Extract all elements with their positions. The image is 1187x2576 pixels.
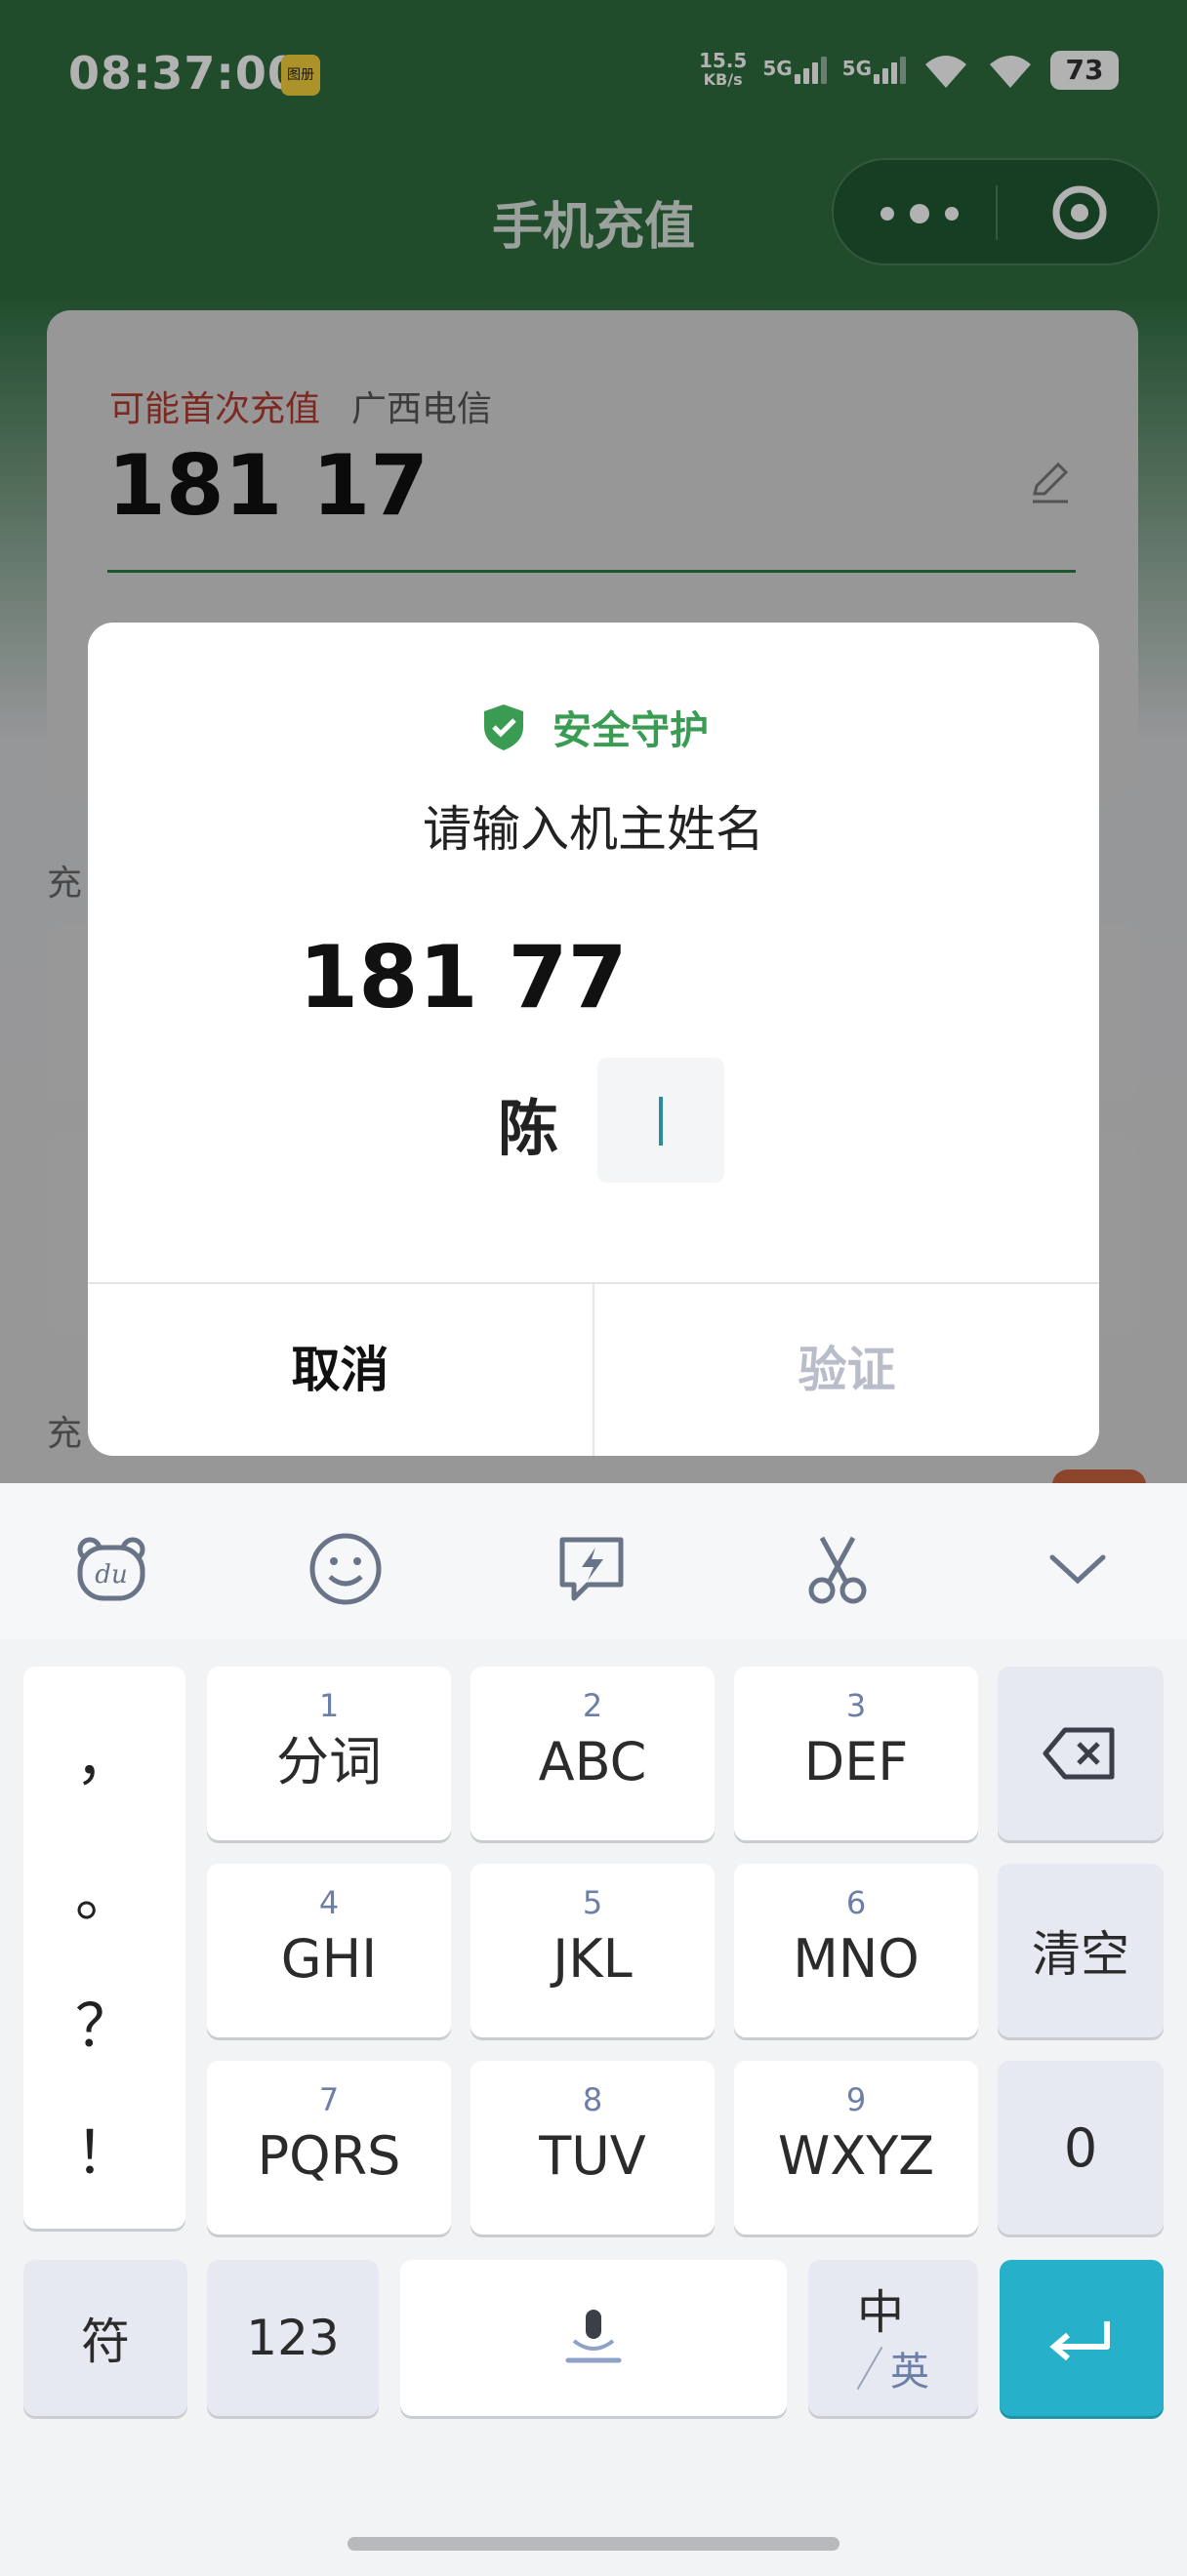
shield-check-icon <box>484 704 523 750</box>
punct-period[interactable]: 。 <box>23 1848 185 1933</box>
security-label: 安全守护 <box>553 708 709 753</box>
key-9[interactable]: 9 WXYZ <box>734 2061 978 2234</box>
english-label: 英 <box>890 2350 929 2395</box>
backspace-key-face <box>998 1667 1164 1840</box>
ime-keyboard: du ， 。 ？ ！ 1 分词 2 ABC 3 DEF 4 GHI 5 JKL … <box>0 1483 1187 2576</box>
key-0-label: 0 <box>1063 2116 1098 2179</box>
key-number: 4 <box>318 1884 340 1921</box>
key-label: ABC <box>538 1731 647 1792</box>
key-1[interactable]: 1 分词 <box>207 1667 451 1840</box>
number-mode-key[interactable]: 123 <box>207 2260 379 2416</box>
verify-button[interactable]: 验证 <box>594 1284 1099 1456</box>
microphone-icon <box>565 2310 622 2363</box>
cancel-button[interactable]: 取消 <box>88 1284 593 1456</box>
key-6[interactable]: 6 MNO <box>734 1864 978 2037</box>
space-voice-key-face <box>400 2260 787 2416</box>
key-label: WXYZ <box>777 2125 935 2187</box>
clear-key[interactable]: 清空 <box>998 1864 1164 2037</box>
key-3[interactable]: 3 DEF <box>734 1667 978 1840</box>
text-cursor <box>659 1097 663 1146</box>
divider-slash <box>856 2346 883 2391</box>
key-number: 2 <box>582 1687 603 1724</box>
key-number: 1 <box>318 1687 340 1724</box>
key-number: 9 <box>845 2081 867 2118</box>
symbol-key[interactable]: 符 <box>23 2260 187 2416</box>
du-bear-icon[interactable]: du <box>72 1530 150 1608</box>
key-4[interactable]: 4 GHI <box>207 1864 451 2037</box>
key-7[interactable]: 7 PQRS <box>207 2061 451 2234</box>
key-number: 8 <box>582 2081 603 2118</box>
clear-key-label: 清空 <box>1032 1926 1129 1983</box>
keyboard-toolbar: du <box>0 1483 1187 1639</box>
lightning-chat-icon[interactable] <box>553 1530 631 1608</box>
key-label: PQRS <box>257 2125 401 2187</box>
key-5[interactable]: 5 JKL <box>471 1864 715 2037</box>
key-label: 分词 <box>276 1731 382 1792</box>
owner-surname: 陈 <box>498 1093 559 1164</box>
punctuation-column[interactable]: ， 。 ？ ！ <box>23 1667 185 2229</box>
chinese-label: 中 <box>857 2285 905 2340</box>
key-number: 6 <box>845 1884 867 1921</box>
key-number: 5 <box>582 1884 603 1921</box>
key-number: 7 <box>318 2081 340 2118</box>
punct-exclaim[interactable]: ！ <box>23 2106 185 2191</box>
enter-key-face <box>1000 2260 1164 2416</box>
dialog-phone-number: 181 77 <box>299 927 628 1027</box>
key-label: TUV <box>539 2125 646 2187</box>
key-0[interactable]: 0 <box>998 2061 1164 2234</box>
security-header: 安全守护 <box>88 699 1099 755</box>
symbol-key-label: 符 <box>81 2314 130 2370</box>
key-8[interactable]: 8 TUV <box>471 2061 715 2234</box>
verify-owner-dialog: 安全守护 请输入机主姓名 181 77 陈 取消 验证 <box>88 623 1099 1456</box>
key-label: JKL <box>553 1928 633 1990</box>
key-2[interactable]: 2 ABC <box>471 1667 715 1840</box>
dialog-prompt: 请输入机主姓名 <box>423 801 764 858</box>
number-mode-label: 123 <box>246 2310 340 2366</box>
backspace-icon <box>1043 1727 1115 1780</box>
space-voice-key[interactable] <box>400 2260 787 2416</box>
punct-question[interactable]: ？ <box>23 1979 185 2064</box>
backspace-key[interactable] <box>998 1667 1164 1840</box>
language-switch-face: 中 英 <box>808 2260 978 2416</box>
home-indicator[interactable] <box>348 2537 839 2551</box>
enter-key[interactable] <box>1000 2260 1164 2416</box>
key-label: MNO <box>793 1928 920 1990</box>
key-label: GHI <box>280 1928 378 1990</box>
scissors-icon[interactable] <box>798 1530 877 1608</box>
enter-icon <box>1049 2321 1110 2361</box>
key-label: DEF <box>803 1731 909 1792</box>
owner-name-input[interactable] <box>597 1058 724 1183</box>
svg-text:du: du <box>95 1560 127 1590</box>
punct-comma[interactable]: ， <box>23 1711 185 1796</box>
key-number: 3 <box>845 1687 867 1724</box>
smiley-icon[interactable] <box>307 1530 385 1608</box>
language-switch-key[interactable]: 中 英 <box>808 2260 978 2416</box>
chevron-down-icon[interactable] <box>1039 1530 1117 1608</box>
